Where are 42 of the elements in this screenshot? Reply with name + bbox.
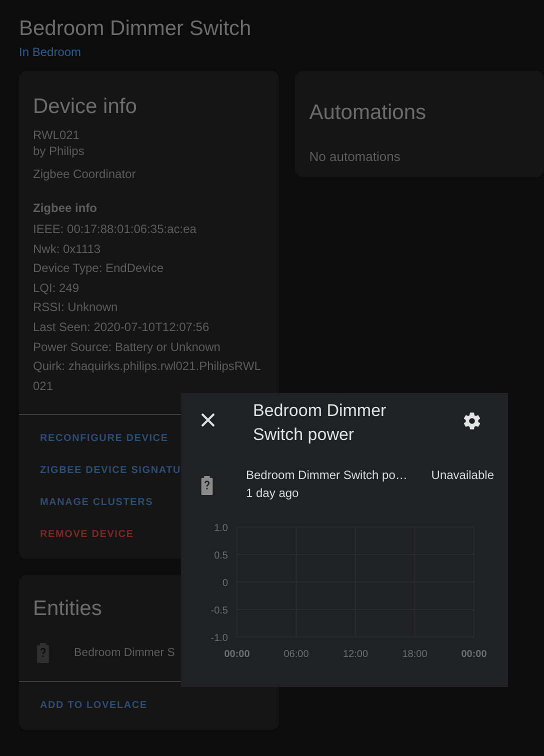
y-axis-label: 0 bbox=[222, 578, 228, 589]
entity-name[interactable]: Bedroom Dimmer S bbox=[74, 647, 175, 660]
x-axis-label: 00:00 bbox=[461, 649, 487, 657]
manufacturer-text: by Philips bbox=[33, 143, 86, 159]
y-axis-label: 1.0 bbox=[214, 523, 228, 534]
page-title: Bedroom Dimmer Switch bbox=[19, 16, 252, 42]
dialog-title: Bedroom Dimmer Switch power bbox=[253, 400, 388, 446]
battery-unknown-icon bbox=[201, 476, 213, 495]
action-button[interactable]: RECONFIGURE DEVICE bbox=[33, 423, 176, 456]
y-axis-label: -1.0 bbox=[210, 633, 228, 644]
x-axis-label: 18:00 bbox=[402, 649, 428, 657]
model-text: RWL021 bbox=[33, 127, 80, 143]
close-icon bbox=[201, 413, 215, 427]
detail-text: Quirk: zhaquirks.philips.rwl021.PhilipsRWL021 bbox=[33, 358, 262, 395]
settings-icon bbox=[462, 411, 482, 431]
detail-text: RSSI: Unknown bbox=[33, 299, 119, 316]
x-axis-label: 00:00 bbox=[224, 649, 250, 657]
detail-text: Nwk: 0x1113 bbox=[33, 240, 102, 258]
last-changed-text: 1 day ago bbox=[246, 485, 300, 502]
action-button[interactable]: ZIGBEE DEVICE SIGNATU bbox=[33, 455, 188, 488]
action-button[interactable]: MANAGE CLUSTERS bbox=[33, 487, 160, 520]
y-axis-label: 0.5 bbox=[214, 550, 228, 562]
detail-text: Device Type: EndDevice bbox=[33, 260, 165, 278]
detail-text: Power Source: Battery or Unknown bbox=[33, 338, 222, 356]
add-button[interactable]: ADD TO LOVELACE bbox=[33, 690, 154, 722]
battery-unknown-icon bbox=[37, 643, 49, 664]
connection-text: Zigbee Coordinator bbox=[33, 166, 137, 182]
empty-text: No automations bbox=[309, 149, 402, 165]
x-axis-label: 06:00 bbox=[284, 649, 309, 657]
section-heading: Zigbee info bbox=[33, 200, 98, 216]
detail-text: Last Seen: 2020-07-10T12:07:56 bbox=[33, 318, 210, 336]
card-title: Device info bbox=[33, 94, 138, 120]
detail-text: IEEE: 00:17:88:01:06:35:ac:ea bbox=[33, 221, 198, 238]
x-axis-label: 12:00 bbox=[342, 649, 368, 657]
remove-button[interactable]: REMOVE DEVICE bbox=[33, 519, 141, 552]
state-text: Unavailable bbox=[431, 467, 494, 484]
card-title: Automations bbox=[309, 100, 427, 126]
y-axis-label: -0.5 bbox=[210, 606, 228, 616]
detail-text: LQI: 249 bbox=[33, 280, 80, 297]
entity-name: Bedroom Dimmer Switch po… bbox=[246, 467, 408, 484]
area-link[interactable]: In Bedroom bbox=[19, 43, 82, 61]
card-title: Entities bbox=[33, 596, 102, 622]
